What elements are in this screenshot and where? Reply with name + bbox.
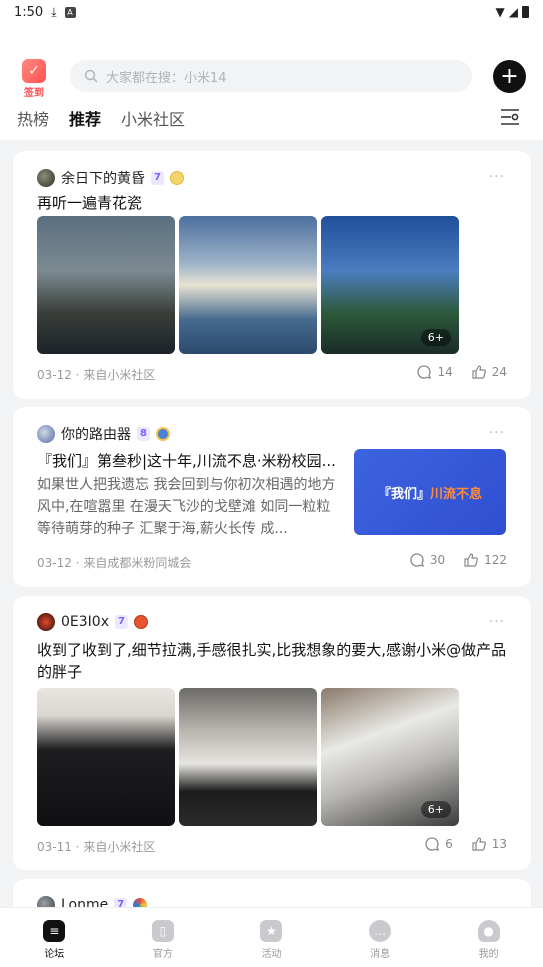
notification-a-icon: A: [64, 6, 76, 18]
comment-count: 14: [437, 365, 453, 379]
search-placeholder: 大家都在搜：小米14: [106, 70, 227, 86]
avatar[interactable]: [37, 425, 55, 443]
post-author[interactable]: 0E3I0x 7: [37, 613, 148, 631]
avatar[interactable]: [37, 613, 55, 631]
signal-icon: ◢: [508, 5, 518, 19]
post-date-source: 03-12 · 来自小米社区: [37, 368, 156, 382]
level-badge: 7: [114, 615, 128, 629]
app-header: ✓ 签到 大家都在搜：小米14 + 热榜 推荐 小米社区: [0, 24, 543, 140]
user-icon: ●: [477, 920, 500, 942]
status-time: 1:50: [14, 4, 44, 20]
nav-profile[interactable]: ● 我的: [434, 908, 543, 967]
post-stats: 30 122: [409, 552, 507, 568]
post-image[interactable]: [37, 216, 175, 354]
post-stats: 6 13: [424, 836, 507, 852]
tab-hot[interactable]: 热榜: [17, 106, 49, 130]
comment-icon: [410, 553, 424, 567]
comment-icon: [417, 365, 432, 379]
status-bar: 1:50 ⤓ A ▼ ◢: [0, 0, 543, 24]
nav-forum[interactable]: ≡ 论坛: [0, 908, 109, 967]
filter-menu-icon[interactable]: [500, 108, 520, 126]
nav-label: 活动: [261, 949, 282, 960]
level-badge: 8: [137, 427, 150, 441]
signin-label: 签到: [24, 88, 44, 99]
comment-button[interactable]: 6: [424, 836, 453, 852]
post-card[interactable]: 余日下的黄昏 7 ··· 再听一遍青花瓷 6+ 03-12 · 来自小米社区 1…: [13, 151, 531, 399]
author-name[interactable]: 余日下的黄昏: [61, 168, 145, 188]
more-options-icon[interactable]: ···: [489, 614, 505, 630]
post-images[interactable]: 6+: [37, 216, 459, 354]
signin-button[interactable]: ✓ 签到: [18, 59, 50, 99]
battery-icon: [522, 6, 529, 18]
post-image[interactable]: [179, 688, 317, 826]
checkin-icon: ✓: [22, 59, 46, 83]
like-count: 13: [491, 837, 507, 851]
nav-messages[interactable]: … 消息: [326, 908, 435, 967]
post-image[interactable]: 6+: [321, 216, 459, 354]
nav-activity[interactable]: ★ 活动: [217, 908, 326, 967]
comment-count: 30: [429, 553, 446, 567]
post-title[interactable]: 收到了收到了,细节拉满,手感很扎实,比我想象的要大,感谢小米@做产品的胖子: [37, 639, 509, 683]
post-author[interactable]: 你的路由器 8: [37, 424, 170, 444]
comment-button[interactable]: 30: [409, 552, 445, 568]
plus-icon: +: [500, 63, 519, 89]
like-count: 24: [491, 365, 507, 379]
forum-icon: ≡: [43, 920, 66, 942]
post-card[interactable]: 0E3I0x 7 ··· 收到了收到了,细节拉满,手感很扎实,比我想象的要大,感…: [13, 596, 531, 870]
nav-official[interactable]: ▯ 官方: [109, 908, 218, 967]
nav-label: 官方: [152, 949, 173, 960]
post-body[interactable]: 如果世人把我遗忘 我会回到与你初次相遇的地方 风中,在喧嚣里 在漫天飞沙的戈壁滩…: [37, 474, 343, 540]
like-button[interactable]: 122: [463, 552, 507, 568]
like-count: 122: [484, 553, 507, 567]
post-image[interactable]: [179, 216, 317, 354]
download-icon: ⤓: [51, 4, 57, 19]
thumbs-up-icon: [472, 837, 486, 851]
post-title[interactable]: 再听一遍青花瓷: [37, 192, 142, 213]
post-author[interactable]: 余日下的黄昏 7: [37, 168, 184, 188]
post-title[interactable]: 『我们』第叁秒|这十年,川流不息·米粉校园...: [37, 450, 355, 471]
post-card[interactable]: 你的路由器 8 ··· 『我们』第叁秒|这十年,川流不息·米粉校园... 如果世…: [13, 407, 531, 587]
more-options-icon[interactable]: ···: [489, 169, 505, 185]
comment-count: 6: [445, 837, 453, 851]
image-count-badge: 6+: [420, 329, 451, 346]
post-images[interactable]: 6+: [37, 688, 459, 826]
tab-recommend[interactable]: 推荐: [69, 106, 101, 130]
post-date-source: 03-12 · 来自成都米粉同城会: [37, 556, 192, 570]
message-icon: …: [369, 920, 392, 942]
more-options-icon[interactable]: ···: [489, 425, 505, 441]
bottom-navigation: ≡ 论坛 ▯ 官方 ★ 活动 … 消息 ● 我的: [0, 907, 543, 967]
post-date-source: 03-11 · 来自小米社区: [37, 840, 156, 854]
post-image[interactable]: [37, 688, 175, 826]
medal-icon: [133, 615, 148, 629]
nav-label: 论坛: [44, 949, 65, 960]
tab-xiaomi-community[interactable]: 小米社区: [121, 106, 185, 130]
nav-label: 我的: [478, 949, 499, 960]
thumb-text-white: 『我们』: [377, 486, 430, 502]
create-post-button[interactable]: +: [493, 60, 526, 93]
author-name[interactable]: 你的路由器: [61, 424, 131, 444]
nav-label: 消息: [370, 949, 391, 960]
comment-button[interactable]: 14: [416, 364, 453, 380]
search-icon: [84, 69, 98, 83]
feed-tabs: 热榜 推荐 小米社区: [17, 106, 185, 130]
level-badge: 7: [151, 171, 164, 185]
official-icon: ▯: [151, 920, 174, 942]
wifi-icon: ▼: [495, 5, 505, 19]
like-button[interactable]: 13: [471, 836, 507, 852]
medal-icon: [170, 171, 184, 185]
thumbs-up-icon: [472, 365, 486, 379]
author-name[interactable]: 0E3I0x: [61, 614, 109, 630]
medal-icon: [156, 427, 170, 441]
thumb-text-orange: 川流不息: [430, 486, 483, 502]
search-input[interactable]: 大家都在搜：小米14: [70, 60, 472, 92]
post-image[interactable]: 6+: [321, 688, 459, 826]
thumbs-up-icon: [464, 553, 479, 567]
like-button[interactable]: 24: [471, 364, 507, 380]
avatar[interactable]: [37, 169, 55, 187]
post-stats: 14 24: [416, 364, 507, 380]
activity-icon: ★: [260, 920, 283, 942]
post-thumbnail[interactable]: 『我们』 川流不息: [354, 449, 506, 535]
comment-icon: [425, 837, 440, 851]
image-count-badge: 6+: [420, 801, 451, 818]
